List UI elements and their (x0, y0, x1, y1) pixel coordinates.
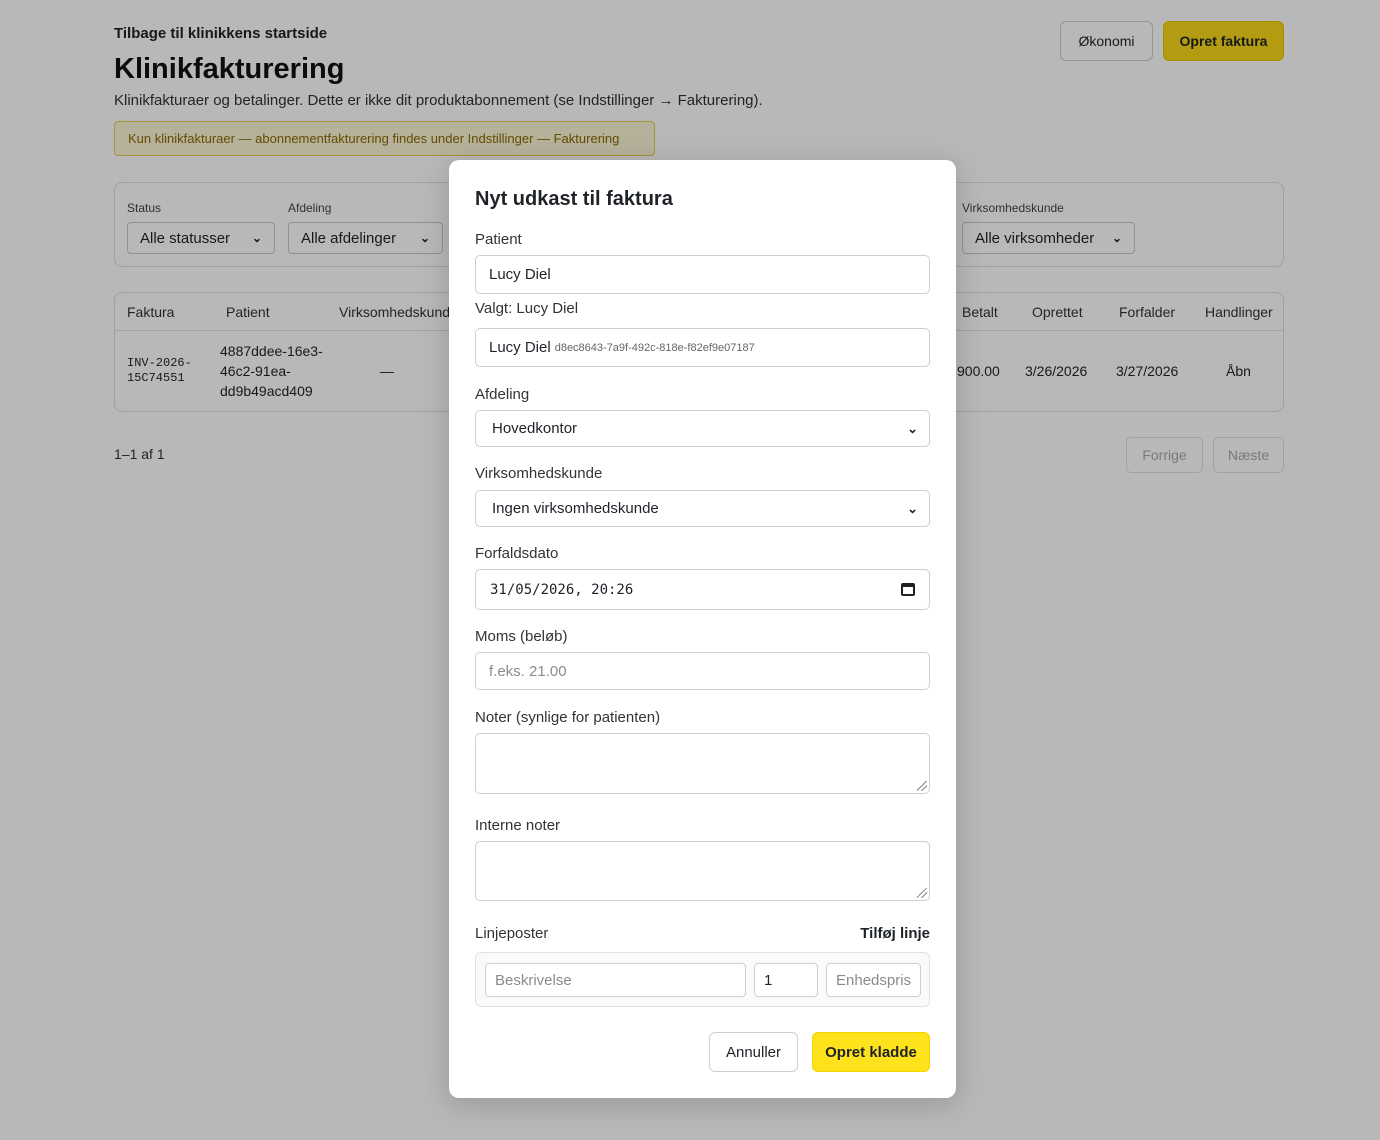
business-customer-select[interactable]: Ingen virksomhedskunde ⌄ (475, 490, 930, 527)
patient-search-input[interactable] (475, 255, 930, 294)
line-items-label: Linjeposter (475, 925, 549, 942)
chevron-down-icon: ⌄ (907, 500, 918, 516)
department-label: Afdeling (475, 386, 530, 403)
notes-label: Noter (synlige for patienten) (475, 709, 661, 726)
business-customer-select-value: Ingen virksomhedskunde (492, 500, 659, 517)
vat-label: Moms (beløb) (475, 628, 568, 645)
line-unit-price-input[interactable] (826, 963, 921, 997)
due-date-value: 31/05/2026, 20:26 (490, 581, 634, 598)
line-description-input[interactable] (485, 963, 746, 997)
selected-patient-id: d8ec8643-7a9f-492c-818e-f82ef9e07187 (554, 341, 755, 354)
patient-label: Patient (475, 231, 522, 248)
internal-notes-label: Interne noter (475, 817, 561, 834)
selected-patient-option[interactable]: Lucy Diel d8ec8643-7a9f-492c-818e-f82ef9… (475, 328, 930, 367)
due-date-label: Forfaldsdato (475, 545, 559, 562)
dialog-title: Nyt udkast til faktura (475, 188, 673, 210)
internal-notes-textarea[interactable] (475, 841, 930, 901)
resize-handle-icon[interactable] (917, 888, 927, 898)
due-date-input[interactable]: 31/05/2026, 20:26 (475, 569, 930, 610)
create-draft-button[interactable]: Opret kladde (812, 1032, 930, 1072)
line-quantity-input[interactable] (754, 963, 818, 997)
vat-amount-input[interactable] (475, 652, 930, 690)
patient-notes-textarea[interactable] (475, 733, 930, 794)
department-select[interactable]: Hovedkontor ⌄ (475, 410, 930, 447)
selected-patient-text: Valgt: Lucy Diel (475, 300, 579, 317)
selected-patient-name: Lucy Diel (489, 339, 551, 356)
calendar-icon[interactable] (901, 583, 915, 596)
resize-handle-icon[interactable] (917, 781, 927, 791)
invoicing-page: Tilbage til klinikkens startside Klinikf… (0, 0, 1380, 1140)
cancel-button[interactable]: Annuller (709, 1032, 798, 1072)
chevron-down-icon: ⌄ (907, 420, 918, 436)
add-line-button[interactable]: Tilføj linje (860, 925, 930, 942)
department-select-value: Hovedkontor (492, 420, 578, 437)
line-item-row (475, 952, 930, 1007)
business-customer-label: Virksomhedskunde (475, 465, 603, 482)
new-invoice-draft-dialog: Nyt udkast til faktura Patient Valgt: Lu… (449, 160, 956, 1098)
